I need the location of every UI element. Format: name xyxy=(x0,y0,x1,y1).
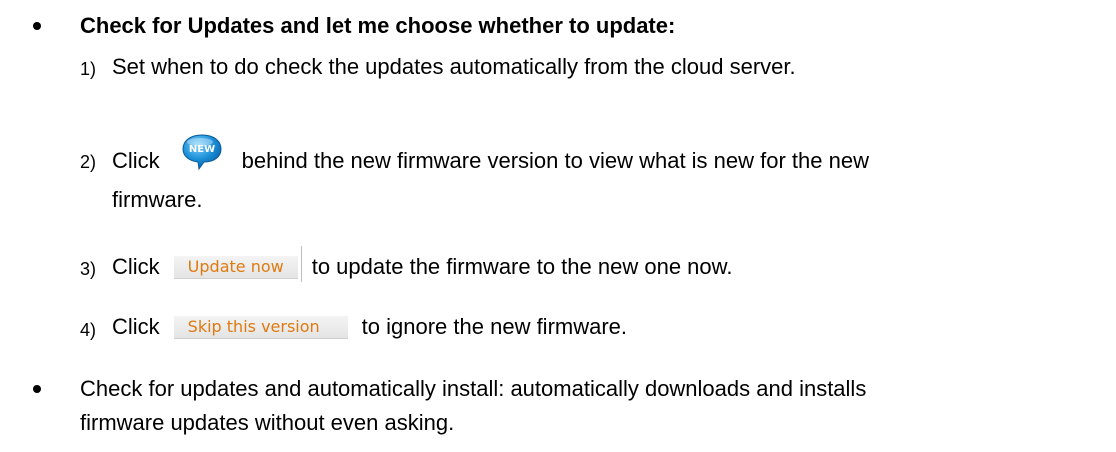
step-number: 3) xyxy=(80,259,97,279)
step-text-before: Click xyxy=(112,314,160,339)
update-now-button: Update now xyxy=(173,246,302,282)
step-number: 1) xyxy=(80,59,97,79)
section-heading: Check for Updates and let me choose whet… xyxy=(80,13,676,38)
bullet-dot xyxy=(33,385,41,393)
bullet-text-line1: Check for updates and automatically inst… xyxy=(80,376,867,401)
new-badge-icon: NEW xyxy=(180,134,224,174)
step-text-after: to update the firmware to the new one no… xyxy=(311,254,733,279)
step-number: 4) xyxy=(80,320,97,340)
bullet-text-line2: firmware updates without even asking. xyxy=(80,410,455,435)
step-text-before: Click xyxy=(112,148,160,173)
step-text-continued: firmware. xyxy=(112,187,203,212)
step-number: 2) xyxy=(80,152,97,172)
svg-text:NEW: NEW xyxy=(189,144,215,155)
step-line: Click Skip this version to ignore the new … xyxy=(112,308,627,346)
step-text: Set when to do check the updates automat… xyxy=(112,54,796,79)
skip-this-version-button: Skip this version xyxy=(173,316,348,339)
bullet-dot xyxy=(33,22,41,30)
step-line: Click NEW behind the new firmware versio… xyxy=(112,134,869,180)
step-text-after: to ignore the new firmware. xyxy=(361,314,628,339)
step-line: Click Update now to update the firmware to… xyxy=(112,246,733,286)
step-text-after: behind the new firmware version to view … xyxy=(241,148,869,173)
step-text-before: Click xyxy=(112,254,160,279)
